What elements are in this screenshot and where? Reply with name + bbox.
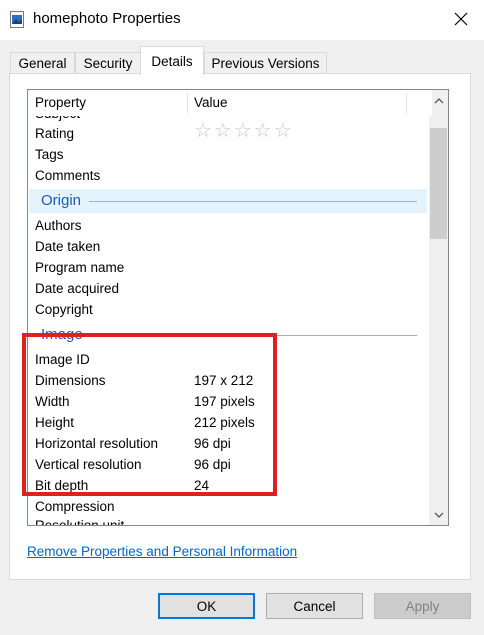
tab-general[interactable]: General	[10, 52, 75, 74]
column-header-property[interactable]: Property	[35, 95, 86, 110]
column-header-value[interactable]: Value	[194, 95, 228, 110]
close-button[interactable]	[438, 0, 484, 38]
tab-previous-versions[interactable]: Previous Versions	[204, 52, 327, 74]
property-rating: Rating	[35, 126, 75, 141]
tab-label: Previous Versions	[211, 56, 320, 71]
chevron-up-icon	[434, 97, 443, 103]
window-title: homephoto Properties	[33, 10, 181, 27]
scroll-down-button[interactable]	[429, 506, 448, 523]
property-copyright: Copyright	[35, 302, 93, 317]
property-date-taken: Date taken	[35, 239, 101, 254]
list-item-partial: Resolution unit	[35, 518, 125, 526]
remove-properties-link[interactable]: Remove Properties and Personal Informati…	[27, 544, 297, 559]
group-header-origin[interactable]: Origin	[29, 189, 427, 213]
tab-label: General	[18, 56, 67, 71]
ok-button[interactable]: OK	[158, 593, 255, 619]
list-header: Property Value	[28, 90, 432, 116]
group-label: Origin	[41, 192, 82, 209]
close-icon	[454, 12, 468, 26]
tab-label: Details	[151, 53, 193, 69]
chevron-down-icon	[434, 512, 443, 518]
image-file-icon	[10, 11, 24, 28]
rating-stars[interactable]: ☆☆☆☆☆	[194, 118, 294, 143]
property-program-name: Program name	[35, 260, 125, 275]
tab-details[interactable]: Details	[140, 46, 204, 75]
property-compression: Compression	[35, 499, 115, 514]
property-authors: Authors	[35, 218, 82, 233]
property-tags: Tags	[35, 147, 64, 162]
highlight-annotation-box	[22, 333, 277, 496]
tab-label: Security	[83, 56, 133, 71]
apply-button[interactable]: Apply	[374, 593, 471, 619]
column-divider[interactable]	[406, 92, 407, 114]
column-divider[interactable]	[187, 92, 188, 114]
property-date-acquired: Date acquired	[35, 281, 120, 296]
tab-security[interactable]: Security	[75, 52, 141, 74]
property-comments: Comments	[35, 168, 101, 183]
cancel-button[interactable]: Cancel	[266, 593, 363, 619]
vertical-scrollbar[interactable]	[429, 90, 448, 525]
group-divider	[89, 201, 417, 202]
title-bar: homephoto Properties	[0, 0, 484, 40]
scrollbar-thumb[interactable]	[430, 128, 447, 239]
